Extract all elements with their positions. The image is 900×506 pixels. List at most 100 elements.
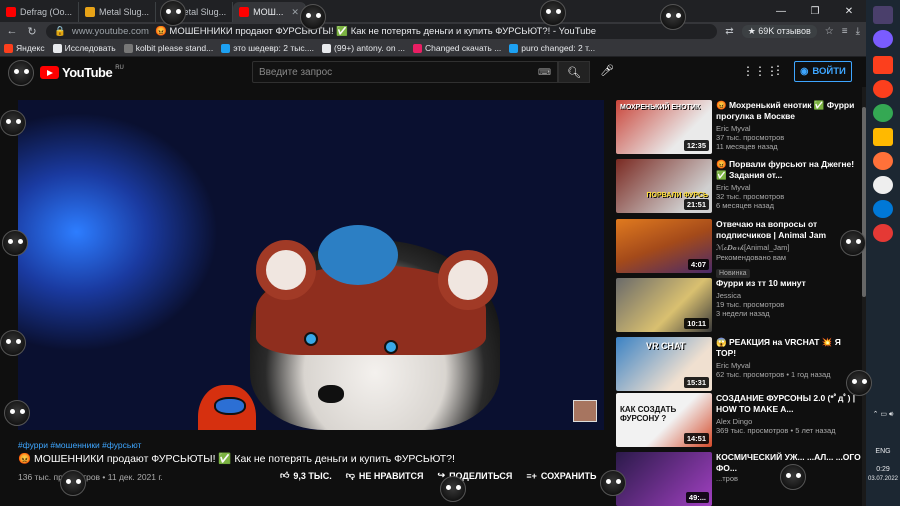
taskbar-app-icon[interactable] (873, 176, 893, 194)
related-title[interactable]: 😡 Порвали фурсьют на Джегне! ✅ Задания о… (716, 159, 862, 181)
search-button[interactable]: 🔍︎ (558, 61, 590, 83)
taskbar-app-icon[interactable] (873, 128, 893, 146)
browser-tab-1[interactable]: Metal Slug... (79, 2, 157, 22)
related-thumbnail[interactable]: КАК СОЗДАТЬ ФУРСОНУ ? 14:51 (616, 393, 712, 447)
related-thumbnail[interactable]: 4:07 (616, 219, 712, 273)
bookmark-item[interactable]: (99+) antony. on ... (322, 43, 405, 53)
like-count: 9,3 ТЫС. (293, 470, 332, 481)
tab-title: Defrag (Oo... (20, 7, 73, 17)
download-icon[interactable]: ⤓ (856, 26, 860, 37)
related-channel[interactable]: Eric Myval (716, 361, 862, 370)
related-video-item[interactable]: 4:07 Отвечаю на вопросы от подписчиков |… (616, 219, 864, 278)
clock-time[interactable]: 0:29 (866, 466, 900, 473)
browser-menu-icon[interactable]: ≡ (842, 26, 848, 37)
bookmark-item[interactable]: это шедевр: 2 тыс.... (221, 43, 314, 53)
related-title[interactable]: Фурри из тт 10 минут (716, 278, 862, 289)
keyboard-icon[interactable]: ⌨ (538, 67, 551, 78)
bookmark-item[interactable]: Яндекс (4, 43, 45, 53)
channel-watermark[interactable] (573, 400, 597, 422)
tab-favicon (239, 7, 250, 17)
taskbar-app-icon[interactable] (873, 56, 893, 74)
video-frame-nose (318, 385, 344, 403)
critter-icon (4, 400, 30, 426)
video-duration: 49:... (685, 492, 709, 503)
add-to-playlist-icon: ≡+ (526, 470, 537, 481)
thumbs-down-icon: 👎︎ (345, 470, 355, 480)
related-video-item[interactable]: ПОРВАЛИ ФУРСЬ 21:51 😡 Порвали фурсьют на… (616, 159, 864, 213)
video-frame-plush-toy (198, 385, 256, 430)
related-video-item[interactable]: КАК СОЗДАТЬ ФУРСОНУ ? 14:51 СОЗДАНИЕ ФУР… (616, 393, 864, 447)
minimize-button[interactable]: — (764, 6, 798, 17)
maximize-button[interactable]: ❐ (798, 6, 832, 17)
dislike-button[interactable]: 👎︎ НЕ НРАВИТСЯ (346, 470, 424, 481)
bookmark-item[interactable]: Changed скачать ... (413, 43, 501, 53)
bookmark-label: kolbit please stand... (135, 43, 214, 53)
bookmark-item[interactable]: puro changed: 2 т... (509, 43, 595, 53)
translate-icon[interactable]: ⇄ (725, 26, 733, 37)
taskbar-app-icon[interactable] (873, 30, 893, 48)
related-thumbnail[interactable]: ПОРВАЛИ ФУРСЬ 21:51 (616, 159, 712, 213)
omnibox[interactable]: 🔒 www.youtube.com 😡 МОШЕННИКИ продают ФУ… (46, 23, 718, 39)
browser-tab-3[interactable]: МОШ... ✕ (233, 2, 306, 22)
video-frame-eye-left (304, 332, 318, 346)
related-title[interactable]: 😱 РЕАКЦИЯ на VRCHAT 💥 Я ТОР! (716, 337, 862, 359)
save-button[interactable]: ≡+ СОХРАНИТЬ (526, 471, 596, 481)
bookmark-favicon (123, 43, 133, 53)
video-duration: 14:51 (683, 433, 709, 444)
close-window-button[interactable]: ✕ (832, 6, 866, 17)
related-video-item[interactable]: 49:... КОСМИЧЕСКИЙ УЖ... ...АЛ... ...ОГО… (616, 452, 864, 506)
related-stats: 37 тыс. просмотров (716, 133, 785, 142)
taskbar-app-icon[interactable] (873, 80, 893, 98)
related-info: 😡 Порвали фурсьют на Джегне! ✅ Задания о… (716, 159, 862, 210)
related-channel[interactable]: Eric Myval (716, 183, 862, 192)
related-title[interactable]: 😡 Мохренький енотик ✅ Фурри прогулка в М… (716, 100, 862, 122)
taskbar-app-icon[interactable] (873, 200, 893, 218)
microphone-icon[interactable]: 🎤︎ (600, 64, 614, 77)
related-thumbnail[interactable]: МОХРЕНЬКИЙ ЕНОТИК 12:35 (616, 100, 712, 154)
related-thumbnail[interactable]: VR CHAT 15:31 (616, 337, 712, 391)
related-thumbnail[interactable]: 10:11 (616, 278, 712, 332)
video-duration: 21:51 (683, 199, 709, 210)
window-controls: — ❐ ✕ (764, 0, 866, 22)
related-video-item[interactable]: МОХРЕНЬКИЙ ЕНОТИК 12:35 😡 Мохренький ено… (616, 100, 864, 154)
language-indicator[interactable]: ENG (866, 448, 900, 455)
related-age: 11 месяцев назад (716, 142, 778, 151)
related-info: СОЗДАНИЕ ФУРСОНЫ 2.0 (*ﾟдﾟ) | HOW TO MAK… (716, 393, 862, 435)
related-channel[interactable]: Alex Dingo (716, 417, 862, 426)
account-icon: ◉ (800, 66, 809, 77)
sign-in-button[interactable]: ◉ ВОЙТИ (794, 61, 852, 82)
reload-icon[interactable]: ↻ (26, 25, 38, 38)
back-arrow-icon[interactable]: ← (6, 25, 18, 37)
taskbar-app-icon[interactable] (873, 152, 893, 170)
related-video-item[interactable]: VR CHAT 15:31 😱 РЕАКЦИЯ на VRCHAT 💥 Я ТО… (616, 337, 864, 391)
reviews-badge[interactable]: ★ 69K отзывов (741, 24, 817, 38)
taskbar-app-icon[interactable] (873, 224, 893, 242)
like-button[interactable]: 👍︎ 9,3 ТЫС. (280, 470, 332, 481)
video-frame-ear-right (438, 250, 498, 310)
tray-icons[interactable]: ⌃ ▭ 🔊︎ (866, 410, 900, 419)
search-input[interactable] (259, 66, 538, 78)
video-meta: 136 тыс. просмотров • 11 дек. 2021 г. (18, 472, 163, 482)
more-options-icon[interactable]: ⋮ (772, 63, 784, 77)
taskbar-app-icon[interactable] (873, 104, 893, 122)
clock-date[interactable]: 03.07.2022 (866, 476, 900, 482)
plush-visor (214, 397, 246, 415)
taskbar-app-icon[interactable] (873, 6, 893, 24)
tab-close-icon[interactable]: ✕ (291, 7, 299, 18)
video-hashtags[interactable]: #фурри #мошенники #фурсьют (18, 440, 141, 450)
youtube-logo[interactable]: YouTube RU (40, 65, 124, 80)
browser-tab-0[interactable]: Defrag (Oo... (0, 2, 80, 22)
related-video-item[interactable]: 10:11 Фурри из тт 10 минут Jessica 19 ты… (616, 278, 864, 332)
video-player[interactable] (18, 100, 604, 430)
related-title[interactable]: СОЗДАНИЕ ФУРСОНЫ 2.0 (*ﾟдﾟ) | HOW TO MAK… (716, 393, 862, 415)
save-label: СОХРАНИТЬ (540, 470, 597, 481)
related-thumbnail[interactable]: 49:... (616, 452, 712, 506)
bookmark-item[interactable]: kolbit please stand... (123, 43, 214, 53)
related-channel[interactable]: Jessica (716, 291, 862, 300)
bookmark-item[interactable]: Исследовать (52, 43, 116, 53)
video-duration: 4:07 (687, 259, 709, 270)
tab-favicon (85, 7, 96, 17)
bookmark-label: puro changed: 2 т... (521, 43, 596, 53)
bookmark-star-icon[interactable]: ☆ (825, 26, 834, 37)
related-channel[interactable]: Eric Myval (716, 124, 862, 133)
